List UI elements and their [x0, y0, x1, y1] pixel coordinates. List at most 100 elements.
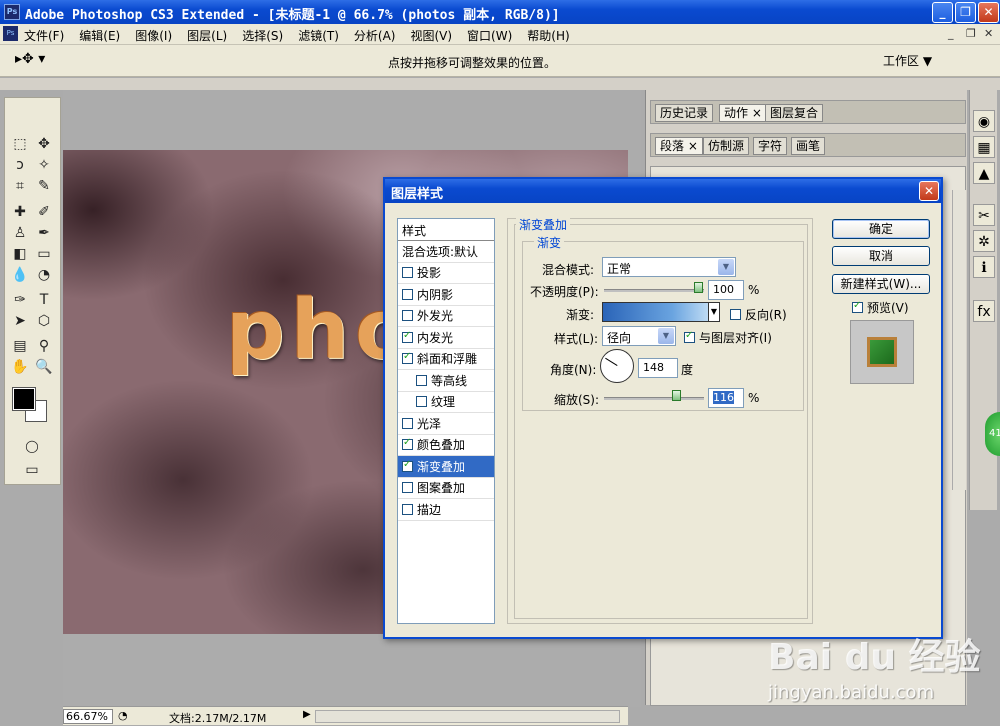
- style-list-item[interactable]: 内阴影: [398, 284, 494, 306]
- histogram-icon[interactable]: ▲: [973, 162, 995, 184]
- brush-tool-icon[interactable]: ✐: [33, 202, 55, 222]
- shape-tool-icon[interactable]: ⬡: [33, 311, 55, 331]
- style-list-header[interactable]: 样式: [398, 219, 494, 241]
- style-checkbox[interactable]: [402, 482, 413, 494]
- preview-checkbox-box[interactable]: [852, 300, 863, 313]
- opacity-slider[interactable]: [604, 289, 704, 292]
- style-list-item[interactable]: 外发光: [398, 306, 494, 327]
- eraser-tool-icon[interactable]: ◧: [9, 244, 31, 264]
- tab-actions[interactable]: 动作 ×: [719, 104, 767, 122]
- eyedropper-tool-icon[interactable]: ⚲: [33, 336, 55, 356]
- cancel-button[interactable]: 取消: [832, 246, 930, 266]
- lasso-tool-icon[interactable]: ↄ: [9, 155, 31, 175]
- menu-item[interactable]: 文件(F): [24, 27, 64, 44]
- menu-item[interactable]: 帮助(H): [527, 27, 569, 44]
- horizontal-scrollbar[interactable]: [315, 710, 620, 723]
- slice-tool-icon[interactable]: ✎: [33, 176, 55, 196]
- marquee-tool-icon[interactable]: ⬚: [9, 134, 31, 154]
- doc-minimize-button[interactable]: _: [948, 27, 954, 40]
- style-list-item[interactable]: 颜色叠加: [398, 435, 494, 456]
- style-list-item[interactable]: 描边: [398, 499, 494, 521]
- menu-item[interactable]: 图层(L): [187, 27, 227, 44]
- menu-item[interactable]: 选择(S): [242, 27, 283, 44]
- dodge-tool-icon[interactable]: ◔: [33, 265, 55, 285]
- style-checkbox[interactable]: [402, 503, 413, 515]
- maximize-button[interactable]: ❐: [955, 2, 976, 23]
- close-button[interactable]: ✕: [978, 2, 999, 23]
- doc-restore-button[interactable]: ❐: [966, 27, 976, 40]
- gradient-tool-icon[interactable]: ▭: [33, 244, 55, 264]
- zoom-field[interactable]: 66.67%: [63, 709, 113, 724]
- info-icon[interactable]: ℹ: [973, 256, 995, 278]
- move-tool-icon[interactable]: ✥: [33, 134, 55, 154]
- type-tool-icon[interactable]: T: [33, 290, 55, 310]
- reverse-checkbox-box[interactable]: [730, 309, 741, 320]
- healing-brush-tool-icon[interactable]: ✚: [9, 202, 31, 222]
- scale-input[interactable]: 116: [708, 388, 744, 408]
- magic-wand-tool-icon[interactable]: ✧: [33, 155, 55, 175]
- floating-badge[interactable]: 41: [985, 412, 1000, 456]
- opacity-input[interactable]: 100: [708, 280, 744, 300]
- gradient-dropdown-icon[interactable]: ▼: [708, 302, 720, 322]
- angle-input[interactable]: 148: [638, 358, 678, 378]
- blend-options-item[interactable]: 混合选项:默认: [398, 241, 494, 263]
- style-checkbox[interactable]: [402, 459, 413, 472]
- align-with-layer-checkbox[interactable]: 与图层对齐(I): [684, 329, 772, 346]
- color-palette-icon[interactable]: ◉: [973, 110, 995, 132]
- tab-history[interactable]: 历史记录: [655, 104, 714, 122]
- ok-button[interactable]: 确定: [832, 219, 930, 239]
- panel-scrollbar[interactable]: [952, 190, 966, 490]
- pen-tool-icon[interactable]: ✑: [9, 290, 31, 310]
- swatches-icon[interactable]: ▦: [973, 136, 995, 158]
- crop-tool-icon[interactable]: ⌗: [9, 176, 31, 196]
- minimize-button[interactable]: _: [932, 2, 953, 23]
- style-checkbox[interactable]: [402, 417, 413, 429]
- zoom-tool-icon[interactable]: 🔍: [33, 357, 55, 377]
- dialog-close-button[interactable]: ✕: [919, 181, 939, 201]
- style-list-item[interactable]: 纹理: [398, 392, 494, 413]
- new-style-button[interactable]: 新建样式(W)...: [832, 274, 930, 294]
- menu-item[interactable]: 分析(A): [354, 27, 396, 44]
- menu-item[interactable]: 视图(V): [410, 27, 452, 44]
- doc-close-button[interactable]: ✕: [984, 27, 993, 40]
- notes-tool-icon[interactable]: ▤: [9, 336, 31, 356]
- style-checkbox[interactable]: [402, 330, 413, 343]
- style-checkbox[interactable]: [402, 437, 413, 451]
- tab-clone-source[interactable]: 仿制源: [703, 137, 750, 155]
- tab-layer-comps[interactable]: 图层复合: [765, 104, 824, 122]
- gradient-preview[interactable]: [602, 302, 720, 322]
- style-checkbox[interactable]: [416, 396, 427, 408]
- tab-paragraph[interactable]: 段落 ×: [655, 137, 703, 155]
- status-menu-icon[interactable]: ◔: [118, 709, 128, 722]
- screen-mode-icon[interactable]: ▭: [17, 460, 47, 480]
- style-checkbox[interactable]: [402, 267, 413, 279]
- scale-slider[interactable]: [604, 397, 704, 400]
- style-list-item[interactable]: 等高线: [398, 370, 494, 392]
- tab-brushes[interactable]: 画笔: [791, 137, 826, 155]
- history-brush-tool-icon[interactable]: ✒: [33, 223, 55, 243]
- fx-icon[interactable]: fx: [973, 300, 995, 322]
- preview-checkbox[interactable]: 预览(V): [852, 299, 909, 316]
- gradient-style-select[interactable]: 径向 ▼: [602, 326, 676, 346]
- style-checkbox[interactable]: [416, 374, 427, 386]
- reverse-checkbox[interactable]: 反向(R): [730, 306, 787, 323]
- blur-tool-icon[interactable]: 💧: [9, 265, 31, 285]
- hand-tool-icon[interactable]: ✋: [9, 357, 31, 377]
- style-checkbox[interactable]: [402, 351, 413, 365]
- style-list-item[interactable]: 渐变叠加: [398, 456, 494, 478]
- style-checkbox[interactable]: [402, 288, 413, 300]
- style-list-item[interactable]: 光泽: [398, 413, 494, 435]
- menu-item[interactable]: 滤镜(T): [298, 27, 339, 44]
- angle-dial[interactable]: [600, 349, 634, 383]
- navigator-icon[interactable]: ✲: [973, 230, 995, 252]
- quick-mask-icon[interactable]: ◯: [21, 436, 43, 456]
- foreground-color-swatch[interactable]: [12, 387, 36, 411]
- opacity-slider-handle[interactable]: [694, 282, 703, 293]
- style-list-item[interactable]: 图案叠加: [398, 478, 494, 499]
- tab-character[interactable]: 字符: [753, 137, 788, 155]
- workspace-menu[interactable]: 工作区 ▼: [883, 52, 932, 69]
- style-list-item[interactable]: 斜面和浮雕: [398, 349, 494, 370]
- blend-mode-select[interactable]: 正常 ▼: [602, 257, 736, 277]
- style-list-item[interactable]: 投影: [398, 263, 494, 284]
- menu-item[interactable]: 图像(I): [135, 27, 172, 44]
